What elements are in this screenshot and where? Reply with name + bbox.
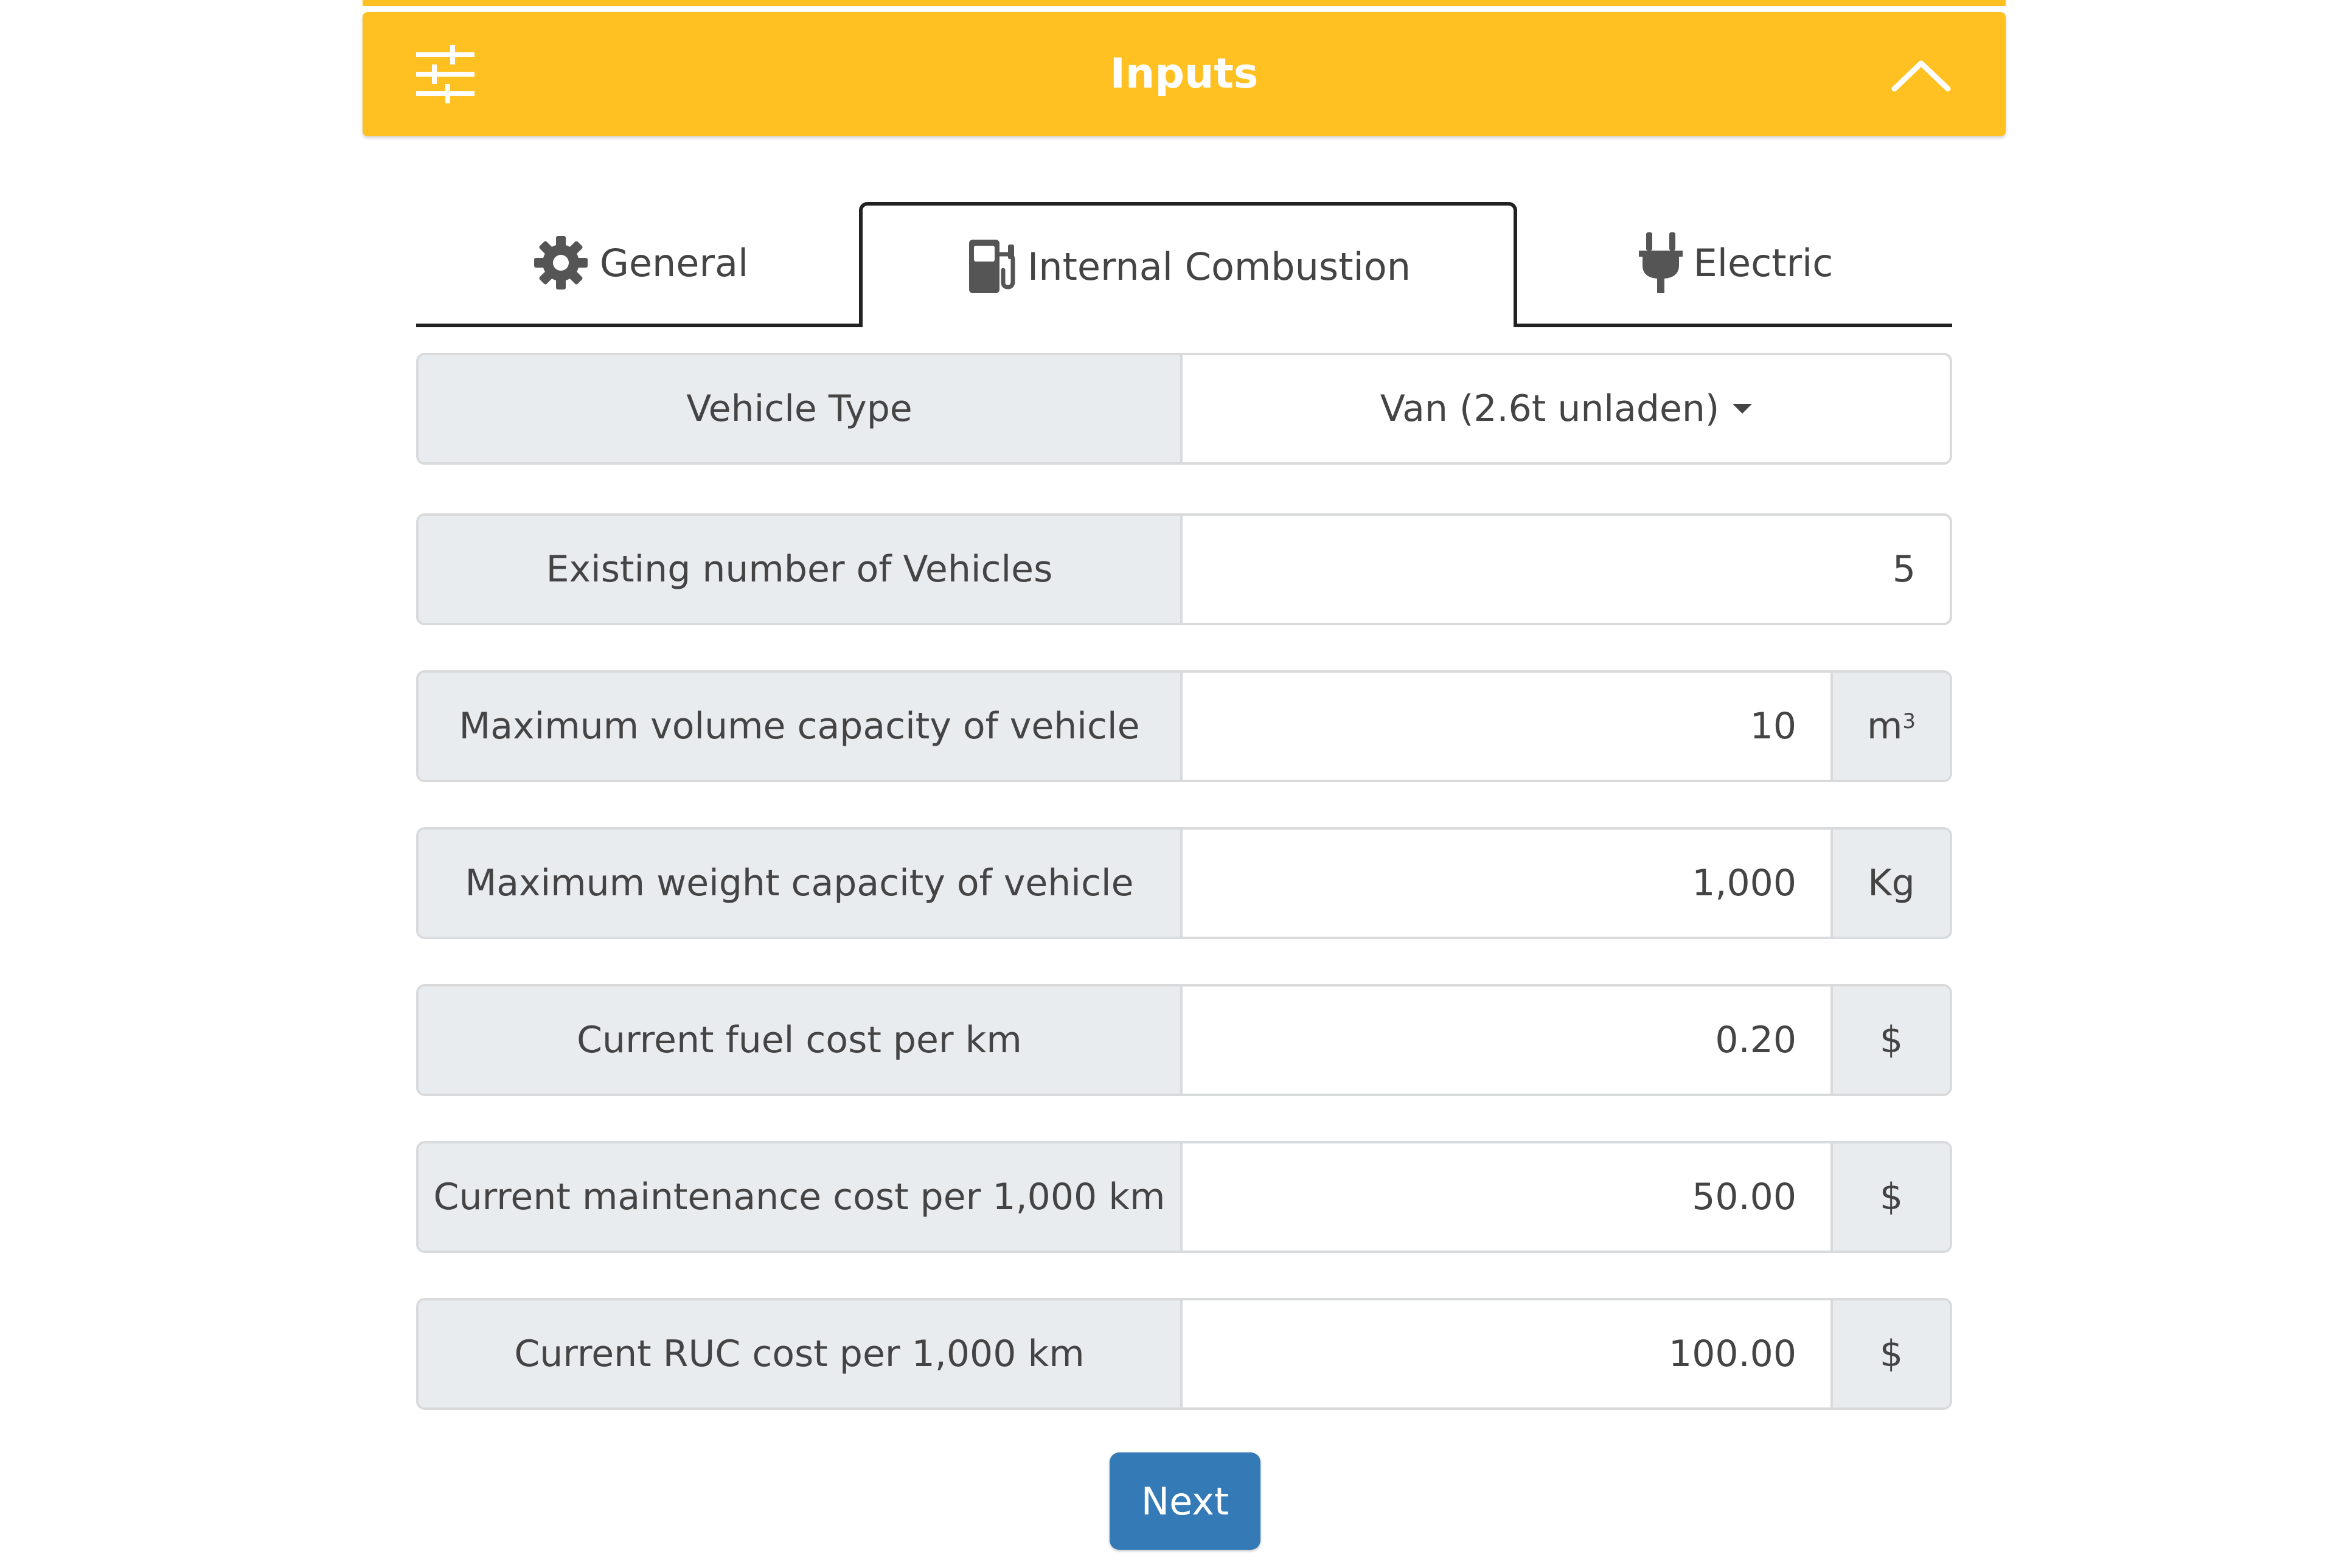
- vehicle-type-row: Vehicle Type Van (2.6t unladen): [416, 353, 1952, 465]
- fuel-pump-icon: [969, 240, 1015, 293]
- fuel-cost-unit: $: [1830, 987, 1950, 1094]
- page-title: Inputs: [1110, 50, 1259, 98]
- maintenance-cost-label: Current maintenance cost per 1,000 km: [419, 1143, 1183, 1251]
- vehicle-type-value: Van (2.6t unladen): [1380, 387, 1720, 430]
- ruc-cost-input[interactable]: 100.00: [1183, 1300, 1830, 1407]
- maintenance-cost-input[interactable]: 50.00: [1183, 1143, 1830, 1251]
- vehicle-type-label: Vehicle Type: [419, 355, 1183, 462]
- ruc-cost-row: Current RUC cost per 1,000 km 100.00 $: [416, 1298, 1952, 1410]
- next-button[interactable]: Next: [1110, 1452, 1260, 1550]
- tab-bar: General Internal Combustion Electric: [416, 202, 1952, 327]
- fuel-cost-label: Current fuel cost per km: [419, 987, 1183, 1094]
- top-accent-line: [363, 0, 2006, 6]
- maintenance-cost-unit: $: [1830, 1143, 1950, 1251]
- inputs-panel: Inputs General Internal Combustion Elect…: [363, 0, 2006, 1568]
- weight-unit: Kg: [1830, 830, 1950, 937]
- vehicle-count-label: Existing number of Vehicles: [419, 516, 1183, 623]
- vehicle-type-select[interactable]: Van (2.6t unladen): [1183, 355, 1950, 462]
- chevron-up-icon[interactable]: [1891, 58, 1952, 92]
- ruc-cost-unit: $: [1830, 1300, 1950, 1407]
- inputs-header[interactable]: Inputs: [363, 12, 2006, 136]
- tab-divider: [416, 324, 863, 327]
- tab-electric[interactable]: Electric: [1517, 202, 1952, 324]
- maintenance-cost-row: Current maintenance cost per 1,000 km 50…: [416, 1141, 1952, 1253]
- weight-capacity-label: Maximum weight capacity of vehicle: [419, 830, 1183, 937]
- weight-capacity-row: Maximum weight capacity of vehicle 1,000…: [416, 827, 1952, 939]
- tab-electric-label: Electric: [1693, 240, 1834, 285]
- caret-down-icon: [1733, 404, 1753, 414]
- tab-internal-combustion[interactable]: Internal Combustion: [859, 202, 1517, 327]
- volume-unit: m3: [1830, 673, 1950, 780]
- fuel-cost-input[interactable]: 0.20: [1183, 987, 1830, 1094]
- volume-capacity-input[interactable]: 10: [1183, 673, 1830, 780]
- plug-icon: [1638, 232, 1683, 293]
- weight-capacity-input[interactable]: 1,000: [1183, 830, 1830, 937]
- tab-divider: [1517, 324, 1952, 327]
- vehicle-count-input[interactable]: 5: [1183, 516, 1950, 623]
- fuel-cost-row: Current fuel cost per km 0.20 $: [416, 984, 1952, 1096]
- ruc-cost-label: Current RUC cost per 1,000 km: [419, 1300, 1183, 1407]
- tab-internal-combustion-label: Internal Combustion: [1027, 244, 1411, 289]
- volume-capacity-row: Maximum volume capacity of vehicle 10 m3: [416, 670, 1952, 782]
- volume-capacity-label: Maximum volume capacity of vehicle: [419, 673, 1183, 780]
- gear-icon: [534, 236, 588, 290]
- vehicle-count-row: Existing number of Vehicles 5: [416, 513, 1952, 625]
- tab-general[interactable]: General: [416, 202, 863, 324]
- tab-general-label: General: [599, 240, 749, 285]
